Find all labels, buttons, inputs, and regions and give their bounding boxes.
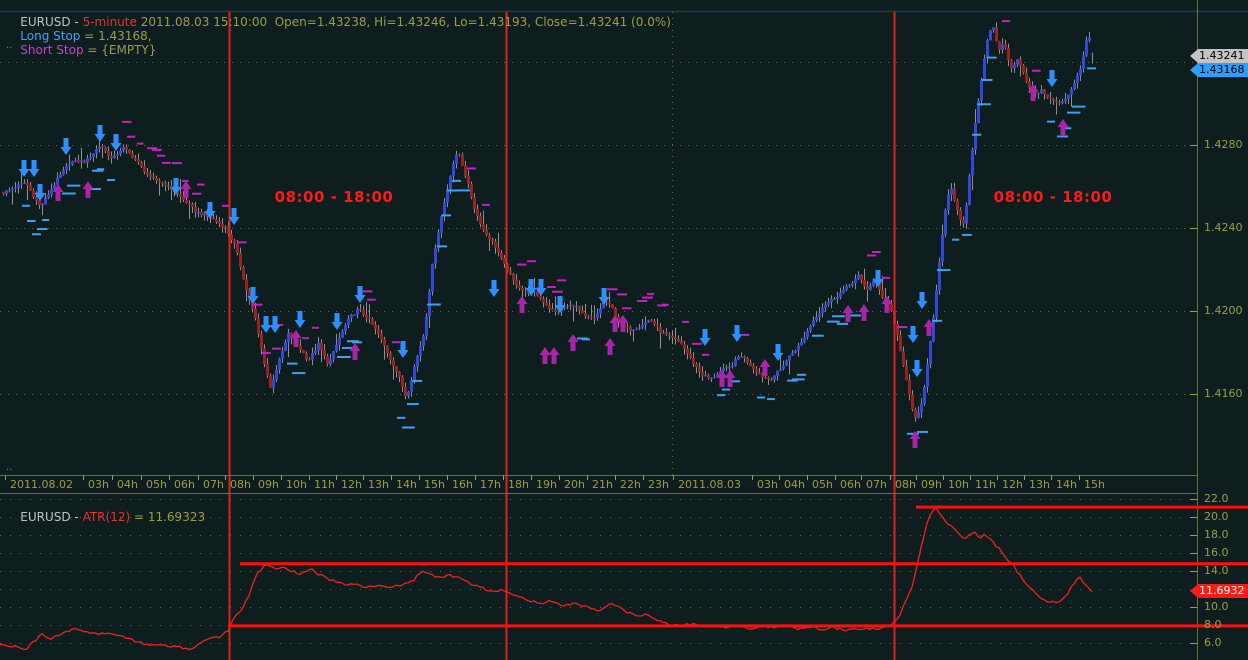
sell-signal-arrow-icon (397, 341, 409, 358)
sell-signal-arrow-icon (260, 316, 272, 333)
atr-axis-label: 6.0 (1204, 636, 1222, 649)
time-axis-label: 03h (757, 478, 778, 491)
chart-canvas[interactable] (0, 0, 1248, 660)
chart-header-line3: Short Stop = {EMPTY} (5, 29, 156, 71)
buy-signal-arrow-icon (858, 304, 870, 321)
time-axis-label: 04h (784, 478, 805, 491)
atr-value-label: = 11.69323 (130, 510, 206, 524)
atr-axis-label: 16.0 (1204, 546, 1229, 559)
sell-signal-arrow-icon (911, 360, 923, 377)
sell-signal-arrow-icon (110, 134, 122, 151)
atr-axis-label: 8.0 (1204, 618, 1222, 631)
sell-signal-arrow-icon (94, 125, 106, 142)
sell-signal-arrow-icon (294, 311, 306, 328)
time-axis-label: 05h (146, 478, 167, 491)
buy-signal-arrow-icon (716, 370, 728, 387)
time-axis-label: 09h (258, 478, 279, 491)
price-axis-label: 1.4200 (1204, 304, 1243, 317)
atr-value-badge: 11.6932 (1190, 584, 1248, 598)
atr-axis-label: 10.0 (1204, 600, 1229, 613)
time-axis-label: 2011.08.02 (10, 478, 73, 491)
time-axis-label: 20h (564, 478, 585, 491)
sell-signal-arrow-icon (907, 326, 919, 343)
sell-signal-arrow-icon (1046, 70, 1058, 87)
time-axis-label: 07h (203, 478, 224, 491)
sell-signal-arrow-icon (731, 325, 743, 342)
short-stop-label: Short Stop (20, 43, 84, 57)
long-stop-badge: 1.43168 (1190, 63, 1248, 77)
sell-signal-arrow-icon (916, 292, 928, 309)
time-axis-label: 22h (620, 478, 641, 491)
time-axis-label: 18h (508, 478, 529, 491)
time-axis-label: 04h (117, 478, 138, 491)
atr-axis-label: 14.0 (1204, 564, 1229, 577)
price-axis-label: 1.4240 (1204, 221, 1243, 234)
time-axis-label: 03h (88, 478, 109, 491)
time-axis-label: 10h (948, 478, 969, 491)
time-axis-label: 13h (1029, 478, 1050, 491)
sell-signal-arrow-icon (354, 286, 366, 303)
time-axis-label: 12h (341, 478, 362, 491)
time-axis-label: 11h (314, 478, 335, 491)
time-axis-label: 06h (174, 478, 195, 491)
ohlc-readout: 2011.08.03 15:10:00 Open=1.43238, Hi=1.4… (136, 15, 671, 29)
atr-axis-label: 20.0 (1204, 510, 1229, 523)
time-axis-label: 07h (866, 478, 887, 491)
buy-signal-arrow-icon (548, 347, 560, 364)
sell-signal-arrow-icon (488, 280, 500, 297)
atr-indicator-label: ATR(12) (82, 510, 131, 524)
atr-panel-title: EURUSD - ATR(12) = 11.69323 (5, 496, 205, 538)
sell-signal-arrow-icon (28, 160, 40, 177)
atr-axis-label: 22.0 (1204, 492, 1229, 505)
price-axis-label: 1.4160 (1204, 387, 1243, 400)
buy-signal-arrow-icon (349, 343, 361, 360)
time-axis-label: 21h (592, 478, 613, 491)
time-axis-label: 14h (396, 478, 417, 491)
time-axis-label: 11h (975, 478, 996, 491)
atr-axis-label: 18.0 (1204, 528, 1229, 541)
time-axis-label: 23h (648, 478, 669, 491)
price-axis-label: 1.4280 (1204, 138, 1243, 151)
buy-signal-arrow-icon (290, 330, 302, 347)
session-hours-label: 08:00 - 18:00 (993, 188, 1113, 206)
buy-signal-arrow-icon (567, 334, 579, 351)
buy-signal-arrow-icon (539, 347, 551, 364)
atr-symbol-label: EURUSD - (20, 510, 83, 524)
buy-signal-arrow-icon (516, 296, 528, 313)
last-price-badge: 1.43241 (1190, 49, 1248, 63)
buy-signal-arrow-icon (842, 305, 854, 322)
sell-signal-arrow-icon (331, 313, 343, 330)
sell-signal-arrow-icon (60, 138, 72, 155)
time-axis-label: 12h (1002, 478, 1023, 491)
session-hours-label: 08:00 - 18:00 (274, 188, 394, 206)
time-axis-label: 08h (230, 478, 251, 491)
overlay-dots: .. (6, 40, 13, 51)
time-axis-label: 2011.08.03 (678, 478, 741, 491)
time-axis-label: 19h (536, 478, 557, 491)
time-axis-label: 05h (812, 478, 833, 491)
time-axis-label: 16h (452, 478, 473, 491)
time-axis-label: 15h (424, 478, 445, 491)
time-axis-label: 08h (895, 478, 916, 491)
time-axis-label: 06h (840, 478, 861, 491)
buy-signal-arrow-icon (724, 370, 736, 387)
sell-signal-arrow-icon (18, 160, 30, 177)
buy-signal-arrow-icon (759, 359, 771, 376)
time-axis-label: 10h (286, 478, 307, 491)
time-axis-label: 15h (1084, 478, 1105, 491)
short-stop-value: = {EMPTY} (83, 43, 157, 57)
overlay-dots: .. (6, 462, 13, 473)
buy-signal-arrow-icon (180, 181, 192, 198)
time-axis-label: 09h (921, 478, 942, 491)
time-axis-label: 14h (1056, 478, 1077, 491)
time-axis-label: 13h (368, 478, 389, 491)
sell-signal-arrow-icon (772, 344, 784, 361)
time-axis-label: 17h (480, 478, 501, 491)
buy-signal-arrow-icon (604, 338, 616, 355)
trading-chart-window: EURUSD - 5-minute 2011.08.03 15:10:00 Op… (0, 0, 1248, 660)
